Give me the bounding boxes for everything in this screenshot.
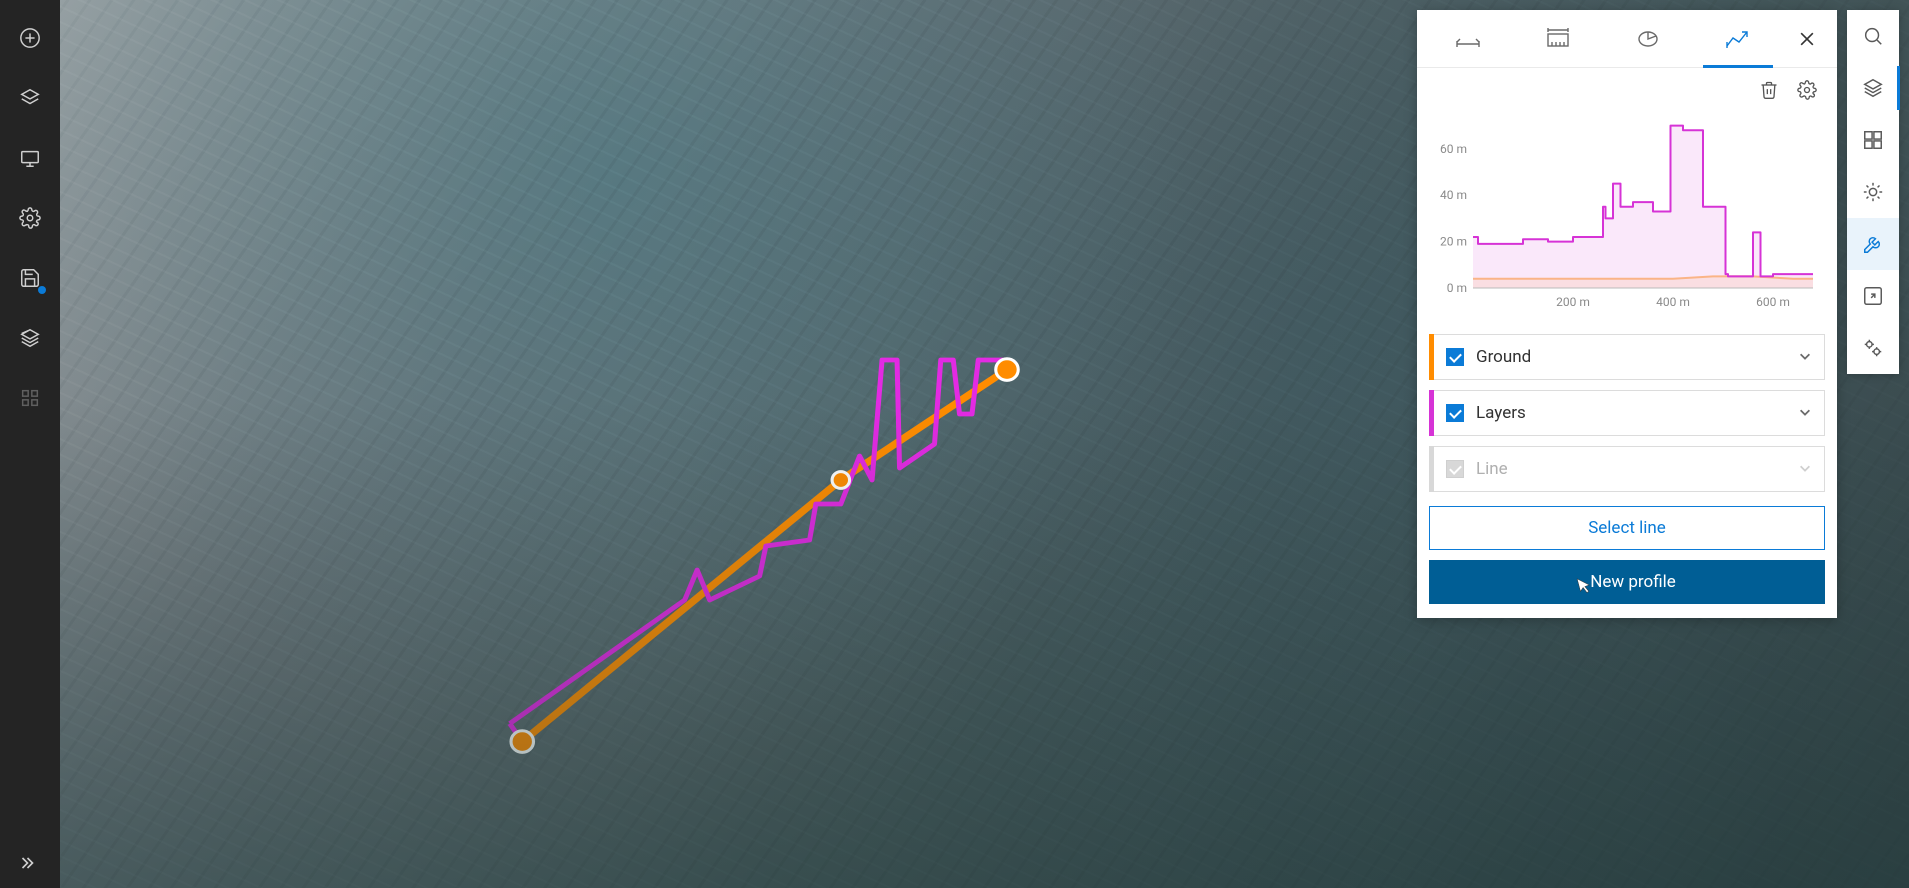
search-button[interactable] (1847, 10, 1899, 62)
path-endpoint-end (996, 359, 1018, 381)
delete-profile-button[interactable] (1753, 74, 1785, 106)
svg-text:600 m: 600 m (1756, 295, 1790, 309)
close-panel-button[interactable] (1783, 29, 1831, 49)
layers-button[interactable] (0, 68, 60, 128)
elevation-profile-panel: 0 m 20 m 40 m 60 m 200 m 400 m 600 m Ground La… (1417, 10, 1837, 618)
select-line-label: Select line (1588, 518, 1666, 538)
svg-text:60 m: 60 m (1440, 142, 1467, 156)
analysis-tools-button[interactable] (1847, 218, 1899, 270)
chevron-down-icon (1798, 348, 1812, 367)
checkbox-line (1446, 460, 1464, 478)
right-sidebar (1847, 10, 1899, 374)
add-button[interactable] (0, 8, 60, 68)
checkbox-ground[interactable] (1446, 348, 1464, 366)
layer-row-line: Line (1429, 446, 1825, 492)
chevron-down-icon (1798, 404, 1812, 423)
layer-label-ground: Ground (1476, 347, 1786, 367)
apps-button (0, 368, 60, 428)
new-profile-label: New profile (1590, 572, 1676, 592)
profile-settings-button[interactable] (1791, 74, 1823, 106)
svg-text:0 m: 0 m (1447, 281, 1467, 295)
daylight-button[interactable] (1847, 166, 1899, 218)
layers-toggle-button[interactable] (1847, 62, 1899, 114)
profile-layer-list: Ground Layers Line (1417, 324, 1837, 506)
chart-toolbar (1417, 68, 1837, 106)
layer-label-line: Line (1476, 459, 1786, 479)
swatch-layers (1429, 390, 1434, 436)
legend-button[interactable] (0, 308, 60, 368)
swatch-ground (1429, 334, 1434, 380)
path-midpoint (832, 472, 849, 489)
settings-button[interactable] (0, 188, 60, 248)
svg-text:20 m: 20 m (1440, 235, 1467, 249)
expand-sidebar-button[interactable] (0, 838, 60, 888)
basemap-gallery-button[interactable] (1847, 114, 1899, 166)
scene-settings-button[interactable] (1847, 322, 1899, 374)
present-button[interactable] (0, 128, 60, 188)
checkbox-layers[interactable] (1446, 404, 1464, 422)
layer-label-layers: Layers (1476, 403, 1786, 423)
unsaved-indicator (38, 286, 46, 294)
tab-slice[interactable] (1603, 10, 1693, 67)
analysis-tabs (1417, 10, 1837, 68)
select-line-button[interactable]: Select line (1429, 506, 1825, 550)
tab-elevation-profile[interactable] (1693, 10, 1783, 67)
swatch-line (1429, 446, 1434, 492)
path-endpoint-start (511, 731, 533, 753)
scene-viewport[interactable]: 0 m 20 m 40 m 60 m 200 m 400 m 600 m Ground La… (60, 0, 1909, 888)
save-button[interactable] (0, 248, 60, 308)
new-profile-button[interactable]: New profile (1429, 560, 1825, 604)
svg-text:200 m: 200 m (1556, 295, 1590, 309)
layer-row-ground[interactable]: Ground (1429, 334, 1825, 380)
chevron-down-icon (1798, 460, 1812, 479)
elevation-chart: 0 m 20 m 40 m 60 m 200 m 400 m 600 m (1433, 106, 1821, 316)
layer-row-layers[interactable]: Layers (1429, 390, 1825, 436)
share-button[interactable] (1847, 270, 1899, 322)
left-sidebar (0, 0, 60, 888)
tab-measure-line[interactable] (1423, 10, 1513, 67)
svg-text:400 m: 400 m (1656, 295, 1690, 309)
svg-text:40 m: 40 m (1440, 188, 1467, 202)
tab-measure-area[interactable] (1513, 10, 1603, 67)
